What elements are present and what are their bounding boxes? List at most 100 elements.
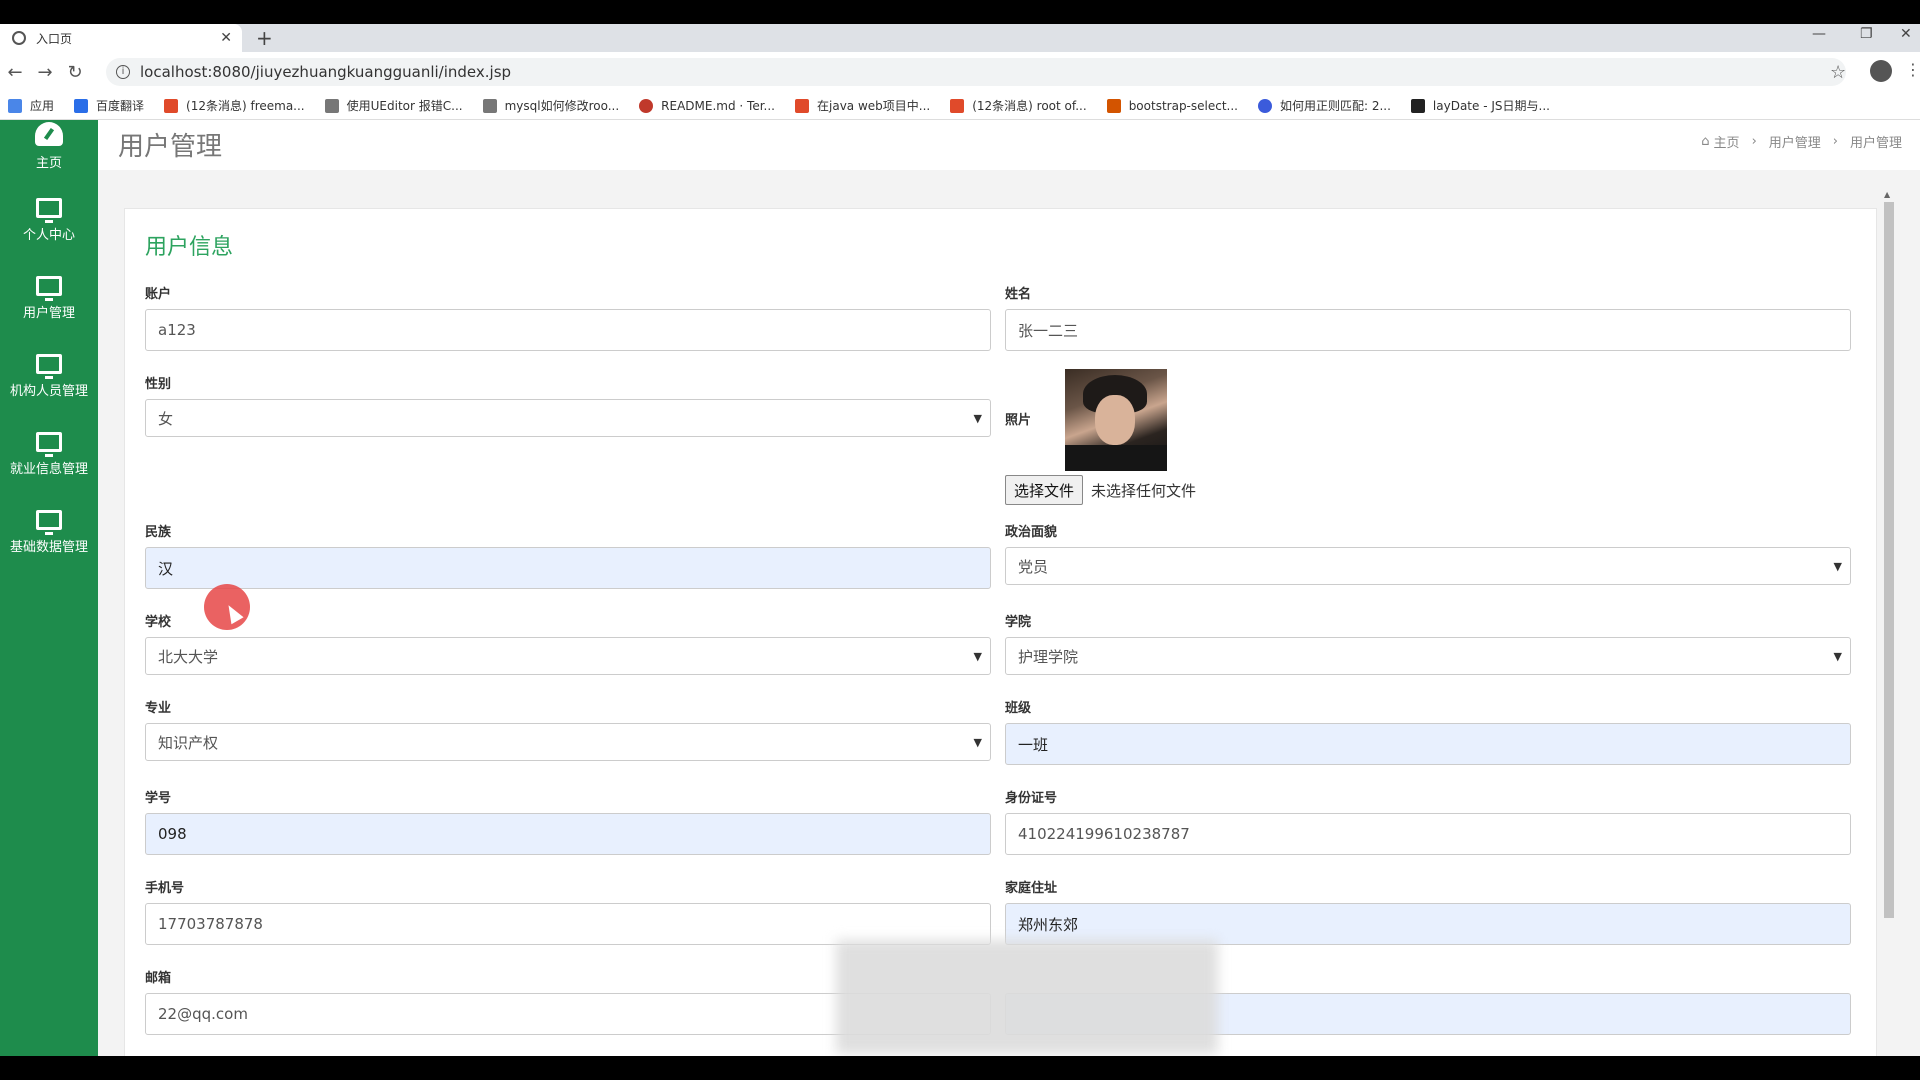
bookmark-item[interactable]: (12条消息) freema... <box>164 97 305 114</box>
sidebar-item-org-staff[interactable]: 机构人员管理 <box>0 344 98 422</box>
monitor-icon <box>36 276 62 301</box>
sidebar-item-label: 主页 <box>35 156 62 171</box>
csdn-icon <box>164 98 179 113</box>
school-select[interactable]: 北大大学 ▼ <box>145 637 991 675</box>
page-header: 用户管理 ⌂ 主页 › 用户管理 › 用户管理 <box>98 120 1920 170</box>
chevron-down-icon: ▼ <box>1833 650 1842 663</box>
globe-icon <box>12 31 26 45</box>
menu-icon[interactable]: ⋮ <box>1905 60 1920 79</box>
name-field[interactable]: 张一二三 <box>1005 309 1851 351</box>
sidebar-item-label: 就业信息管理 <box>9 462 88 477</box>
photo-label: 照片 <box>1005 413 1032 428</box>
address-label: 家庭住址 <box>1005 881 1058 896</box>
new-tab-icon[interactable]: + <box>256 26 273 50</box>
gender-select[interactable]: 女 ▼ <box>145 399 991 437</box>
politics-label: 政治面貌 <box>1005 525 1058 540</box>
sidebar-item-label: 用户管理 <box>22 306 75 321</box>
sidebar-item-basic-data[interactable]: 基础数据管理 <box>0 500 98 578</box>
account-label: 账户 <box>145 287 172 302</box>
browser-tab[interactable]: 入口页 ✕ <box>0 24 242 52</box>
close-tab-icon[interactable]: ✕ <box>220 30 232 46</box>
monitor-icon <box>36 198 62 223</box>
breadcrumb-section[interactable]: 用户管理 <box>1769 132 1821 151</box>
home-icon: ⌂ <box>1701 134 1710 149</box>
sidebar-item-profile[interactable]: 个人中心 <box>0 188 98 266</box>
bookmark-item[interactable]: bootstrap-select... <box>1106 98 1238 113</box>
csdn-icon <box>795 98 809 113</box>
student-no-label: 学号 <box>145 791 172 806</box>
minimize-icon[interactable]: — <box>1812 26 1826 42</box>
scrollbar[interactable]: ▲ <box>1882 190 1894 920</box>
nation-label: 民族 <box>145 525 172 540</box>
bookmark-item[interactable]: README.md · Ter... <box>639 98 775 113</box>
choose-file-button[interactable]: 选择文件 <box>1005 475 1084 505</box>
monitor-icon <box>36 510 62 535</box>
file-status-text: 未选择任何文件 <box>1091 482 1197 500</box>
site-icon <box>482 98 497 113</box>
sidebar-item-users[interactable]: 用户管理 <box>0 266 98 344</box>
tab-title: 入口页 <box>36 31 73 46</box>
profile-icon[interactable] <box>1870 60 1892 82</box>
restore-icon[interactable]: ❐ <box>1860 26 1873 42</box>
chevron-down-icon: ▼ <box>1833 560 1842 573</box>
major-select[interactable]: 知识产权 ▼ <box>145 723 991 761</box>
phone-field[interactable]: 17703787878 <box>145 903 991 945</box>
address-field[interactable]: 郑州东郊 <box>1005 903 1851 945</box>
address-bar[interactable]: i localhost:8080/jiuyezhuangkuangguanli/… <box>106 58 1846 86</box>
screen-top-border <box>0 0 1920 24</box>
breadcrumb: ⌂ 主页 › 用户管理 › 用户管理 <box>1701 132 1902 151</box>
dashboard-icon <box>35 122 63 146</box>
chevron-down-icon: ▼ <box>973 650 982 663</box>
breadcrumb-home[interactable]: 主页 <box>1714 132 1740 151</box>
info-icon[interactable]: i <box>116 65 130 79</box>
bookmark-item[interactable]: 百度翻译 <box>74 97 144 114</box>
sidebar-item-label: 基础数据管理 <box>9 540 88 555</box>
breadcrumb-current: 用户管理 <box>1849 136 1902 151</box>
bookmark-item[interactable]: mysql如何修改roo... <box>482 97 619 114</box>
user-info-card: 用户信息 账户 a123 姓名 张一二三 性别 女 ▼ 照片 选择文件 未选择任何… <box>124 208 1877 1056</box>
bookmark-item[interactable]: layDate - JS日期与... <box>1410 97 1550 114</box>
browser-chrome: 入口页 ✕ + — ❐ ✕ ← → ↻ i localhost:8080/jiu… <box>0 24 1920 120</box>
forward-icon[interactable]: → <box>30 62 60 83</box>
monitor-icon <box>36 354 62 379</box>
back-icon[interactable]: ← <box>0 62 30 83</box>
sidebar-item-label: 个人中心 <box>22 228 75 243</box>
form-title: 用户信息 <box>145 235 234 260</box>
bookmark-item[interactable]: 如何用正则匹配: 2... <box>1257 97 1391 114</box>
tab-strip: 入口页 ✕ + — ❐ ✕ <box>0 24 1920 52</box>
class-field[interactable]: 一班 <box>1005 723 1851 765</box>
gender-label: 性别 <box>145 377 172 392</box>
bookmark-star-icon[interactable]: ☆ <box>1830 62 1846 83</box>
sidebar: 主页 个人中心 用户管理 机构人员管理 就业信息管理 基础数据管理 <box>0 120 98 1056</box>
scrollbar-thumb[interactable] <box>1884 202 1894 918</box>
bookmark-apps[interactable]: 应用 <box>8 97 54 114</box>
bookmark-item[interactable]: 使用UEditor 报错C... <box>324 97 463 114</box>
site-icon <box>1106 98 1121 113</box>
url-text: localhost:8080/jiuyezhuangkuangguanli/in… <box>140 63 512 81</box>
college-label: 学院 <box>1005 615 1032 630</box>
politics-select[interactable]: 党员 ▼ <box>1005 547 1851 585</box>
scroll-up-icon[interactable]: ▲ <box>1884 190 1890 199</box>
sidebar-item-home[interactable]: 主页 <box>0 120 98 198</box>
major-label: 专业 <box>145 701 172 716</box>
bookmark-item[interactable]: (12条消息) root of... <box>950 97 1087 114</box>
gitee-icon <box>639 98 654 113</box>
id-no-field[interactable]: 410224199610238787 <box>1005 813 1851 855</box>
screen-bottom-border <box>0 1056 1920 1080</box>
nation-field[interactable]: 汉 <box>145 547 991 589</box>
baidu-icon <box>1257 98 1272 113</box>
class-label: 班级 <box>1005 701 1032 716</box>
sidebar-item-employment[interactable]: 就业信息管理 <box>0 422 98 500</box>
account-field[interactable]: a123 <box>145 309 991 351</box>
reload-icon[interactable]: ↻ <box>60 62 90 83</box>
id-no-label: 身份证号 <box>1005 791 1058 806</box>
bookmarks-bar: 应用 百度翻译 (12条消息) freema... 使用UEditor 报错C.… <box>0 92 1920 120</box>
student-no-field[interactable]: 098 <box>145 813 991 855</box>
sidebar-item-label: 机构人员管理 <box>9 384 88 399</box>
email-label: 邮箱 <box>145 971 172 986</box>
page-title: 用户管理 <box>118 132 223 162</box>
user-photo <box>1065 369 1167 471</box>
close-window-icon[interactable]: ✕ <box>1900 26 1912 42</box>
bookmark-item[interactable]: 在java web项目中... <box>795 97 930 114</box>
college-select[interactable]: 护理学院 ▼ <box>1005 637 1851 675</box>
